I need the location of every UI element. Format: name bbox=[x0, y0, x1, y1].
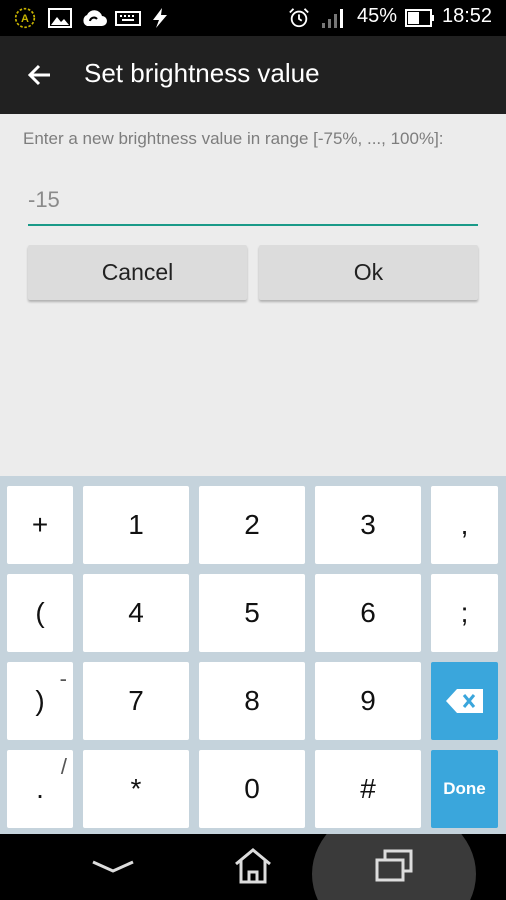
key-8[interactable]: 8 bbox=[199, 662, 305, 740]
home-button[interactable] bbox=[230, 846, 276, 891]
key-3[interactable]: 3 bbox=[315, 486, 421, 564]
key-2[interactable]: 2 bbox=[199, 486, 305, 564]
recent-apps-button[interactable] bbox=[372, 848, 416, 891]
home-icon bbox=[235, 848, 271, 884]
image-icon bbox=[48, 8, 72, 28]
key-label: ( bbox=[35, 597, 45, 628]
key-label: ) bbox=[35, 685, 45, 716]
key-5[interactable]: 5 bbox=[199, 574, 305, 652]
status-bar: A 45% 18:52 bbox=[0, 0, 506, 36]
recent-apps-icon bbox=[375, 849, 413, 882]
key-alt-label: - bbox=[59, 666, 67, 691]
key-comma[interactable]: , bbox=[431, 486, 498, 564]
key-label: 7 bbox=[128, 685, 144, 716]
navigation-bar bbox=[0, 834, 506, 900]
key-label: 4 bbox=[128, 597, 144, 628]
prompt-text: Enter a new brightness value in range [-… bbox=[23, 129, 444, 148]
back-button[interactable] bbox=[18, 53, 62, 97]
key-close-paren[interactable]: ) - bbox=[7, 662, 73, 740]
hide-keyboard-button[interactable] bbox=[88, 852, 138, 887]
hide-keyboard-icon bbox=[92, 860, 134, 873]
backspace-key[interactable] bbox=[431, 662, 498, 740]
battery-icon bbox=[405, 9, 434, 27]
key-hash[interactable]: # bbox=[315, 750, 421, 828]
flash-icon bbox=[153, 8, 167, 28]
key-semicolon[interactable]: ; bbox=[431, 574, 498, 652]
key-label: . bbox=[36, 773, 44, 804]
page-title: Set brightness value bbox=[84, 58, 320, 88]
key-label: # bbox=[360, 773, 376, 804]
numeric-keyboard: + 1 2 3 , ( 4 5 6 ; ) - 7 8 9 . / * 0 # … bbox=[0, 476, 506, 834]
battery-percent: 45% bbox=[357, 5, 398, 27]
key-period[interactable]: . / bbox=[7, 750, 73, 828]
key-label: + bbox=[31, 509, 49, 540]
key-7[interactable]: 7 bbox=[83, 662, 189, 740]
key-label: Done bbox=[443, 779, 486, 798]
key-label: 1 bbox=[128, 509, 144, 540]
keyboard-icon bbox=[115, 11, 141, 26]
key-0[interactable]: 0 bbox=[199, 750, 305, 828]
key-alt-label: / bbox=[60, 754, 67, 779]
key-1[interactable]: 1 bbox=[83, 486, 189, 564]
autostart-icon: A bbox=[14, 7, 36, 29]
key-label: 8 bbox=[244, 685, 260, 716]
key-4[interactable]: 4 bbox=[83, 574, 189, 652]
key-label: * bbox=[130, 773, 142, 804]
done-button[interactable]: Done bbox=[431, 750, 498, 828]
ok-button[interactable]: Ok bbox=[259, 245, 478, 300]
key-label: 3 bbox=[360, 509, 376, 540]
key-plus[interactable]: + bbox=[7, 486, 73, 564]
svg-text:A: A bbox=[21, 13, 29, 25]
key-label: 5 bbox=[244, 597, 260, 628]
key-label: 9 bbox=[360, 685, 376, 716]
key-6[interactable]: 6 bbox=[315, 574, 421, 652]
key-open-paren[interactable]: ( bbox=[7, 574, 73, 652]
key-label: 6 bbox=[360, 597, 376, 628]
key-label: , bbox=[460, 509, 469, 540]
key-label: 0 bbox=[244, 773, 260, 804]
clock: 18:52 bbox=[442, 5, 493, 27]
key-label: ; bbox=[460, 597, 469, 628]
toolbar: Set brightness value bbox=[0, 36, 506, 114]
brightness-input[interactable] bbox=[28, 182, 478, 226]
alarm-icon bbox=[289, 8, 309, 28]
backspace-icon bbox=[445, 689, 483, 713]
cloud-sync-icon bbox=[83, 10, 107, 26]
key-asterisk[interactable]: * bbox=[83, 750, 189, 828]
key-label: 2 bbox=[244, 509, 260, 540]
key-9[interactable]: 9 bbox=[315, 662, 421, 740]
cancel-button[interactable]: Cancel bbox=[28, 245, 247, 300]
arrow-back-icon bbox=[27, 64, 50, 86]
signal-icon bbox=[322, 9, 343, 28]
